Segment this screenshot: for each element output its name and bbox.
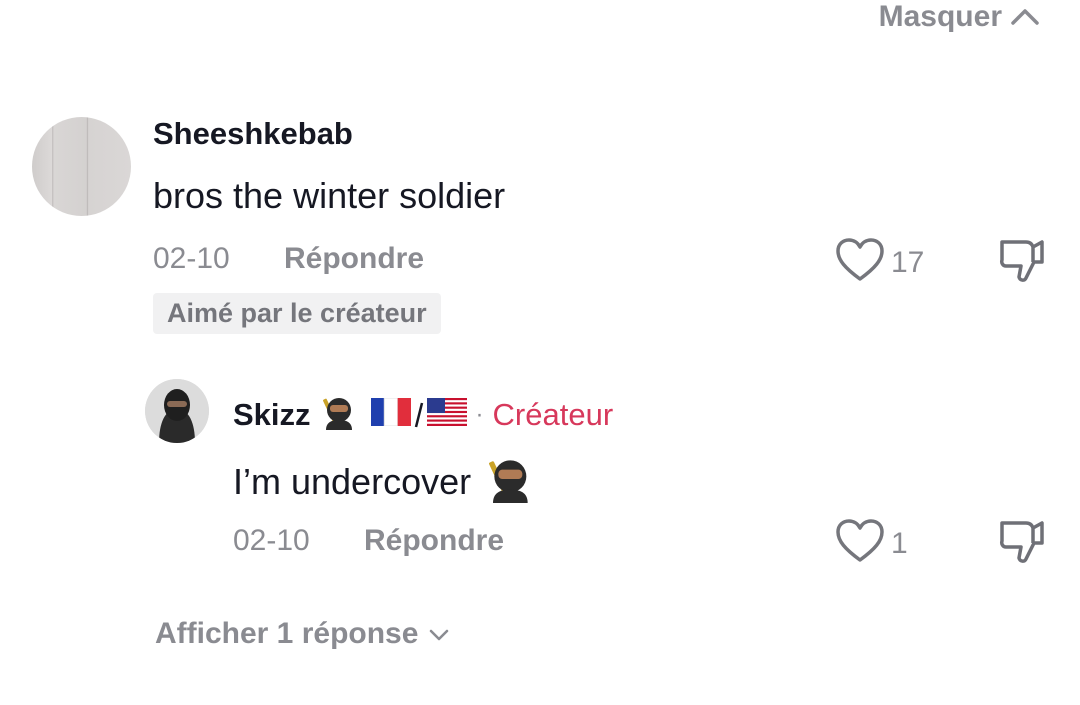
reply-username[interactable]: Skizz [233,397,311,433]
like-count: 1 [891,526,908,560]
like-button[interactable]: 1 [835,518,908,569]
comment-text: bros the winter soldier [153,175,506,216]
like-button[interactable]: 17 [835,237,924,288]
dislike-icon [998,521,1046,569]
creator-label: Créateur [492,396,614,432]
show-more-replies-button[interactable]: Afficher 1 réponse [155,617,450,651]
avatar[interactable] [32,117,131,216]
comment-date: 02-10 [153,242,230,275]
hide-replies-button[interactable]: Masquer [879,0,1040,34]
liked-by-creator-badge: Aimé par le créateur [153,293,441,334]
dislike-button[interactable] [998,238,1046,289]
badge-label: Aimé par le créateur [167,298,427,328]
show-more-replies-label: Afficher 1 réponse [155,617,419,650]
like-count: 17 [891,245,925,279]
reply-button[interactable]: Répondre [284,242,424,276]
ninja-emoji [320,394,356,435]
reply-text: I’m undercover [233,460,472,502]
heart-outline-icon [835,518,885,569]
reply-button[interactable]: Répondre [364,524,504,558]
dislike-button[interactable] [998,519,1046,570]
hide-replies-label: Masquer [878,0,1002,33]
chevron-up-icon [1010,0,1040,34]
separator-dot: · [475,400,484,428]
reply-header: Skizz · Créateur [233,394,613,435]
avatar[interactable] [145,379,209,443]
reply-date: 02-10 [233,524,310,557]
heart-outline-icon [835,237,885,288]
flags [370,397,467,431]
ninja-emoji [485,455,533,508]
dislike-icon [998,240,1046,288]
flag-fr-emoji [370,397,411,431]
comment-username[interactable]: Sheeshkebab [153,116,353,152]
chevron-down-icon [428,617,450,651]
reply-text-row: I’m undercover [233,455,533,508]
slash-icon [414,402,423,427]
flag-us-emoji [426,398,467,431]
